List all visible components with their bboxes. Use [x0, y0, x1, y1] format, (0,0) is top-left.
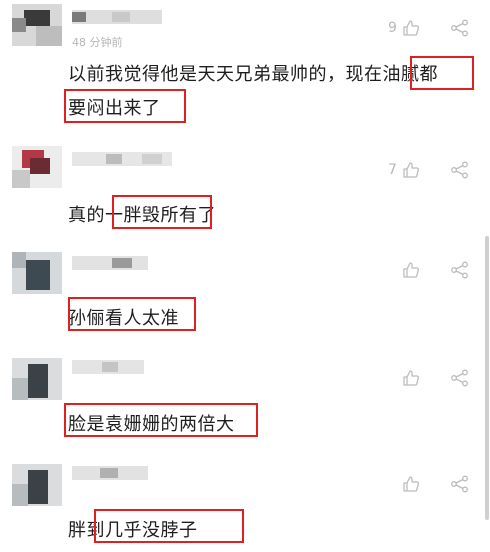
- username-blurred[interactable]: [72, 466, 148, 480]
- comment-item: 胖到几乎没脖子: [0, 458, 490, 552]
- share-icon[interactable]: [450, 475, 470, 493]
- username-blurred[interactable]: [72, 152, 172, 166]
- scrollbar[interactable]: [485, 236, 489, 520]
- thumbs-up-icon[interactable]: [402, 369, 420, 387]
- comment-actions: [380, 260, 480, 282]
- share-icon[interactable]: [450, 261, 470, 279]
- avatar[interactable]: [12, 358, 62, 400]
- comment-item: 脸是袁姗姗的两倍大: [0, 352, 490, 452]
- share-icon[interactable]: [450, 369, 470, 387]
- share-icon[interactable]: [450, 161, 470, 179]
- highlight-box: [94, 509, 244, 543]
- highlight-box: [64, 403, 258, 437]
- avatar[interactable]: [12, 4, 62, 46]
- avatar[interactable]: [12, 464, 62, 506]
- comment-actions: 9: [380, 18, 480, 40]
- comment-actions: [380, 474, 480, 496]
- comment-actions: 7: [380, 160, 480, 182]
- comment-timestamp: 48 分钟前: [72, 36, 123, 49]
- thumbs-up-icon[interactable]: [402, 261, 420, 279]
- thumbs-up-icon[interactable]: [402, 19, 420, 37]
- highlight-box: [410, 56, 474, 90]
- username-blurred[interactable]: [72, 256, 148, 270]
- highlight-box: [64, 89, 186, 123]
- highlight-box: [112, 195, 212, 229]
- avatar[interactable]: [12, 252, 62, 294]
- comment-item: 7 真的一胖毁所有了: [0, 140, 490, 240]
- like-count: 9: [388, 20, 397, 36]
- username-blurred[interactable]: [72, 10, 162, 24]
- comment-item: 孙俪看人太准: [0, 246, 490, 346]
- username-blurred[interactable]: [72, 360, 144, 374]
- like-count: 7: [388, 162, 397, 178]
- comment-text-line: 以前我觉得他是天天兄弟最帅的，现在油腻都: [68, 64, 438, 85]
- highlight-box: [68, 297, 196, 331]
- share-icon[interactable]: [450, 19, 470, 37]
- avatar[interactable]: [12, 146, 62, 188]
- thumbs-up-icon[interactable]: [402, 475, 420, 493]
- thumbs-up-icon[interactable]: [402, 161, 420, 179]
- comment-actions: [380, 368, 480, 390]
- comment-item: 48 分钟前 9 以前我觉得他是天天兄弟最帅的，现在油腻都 要闷出来了: [0, 0, 490, 130]
